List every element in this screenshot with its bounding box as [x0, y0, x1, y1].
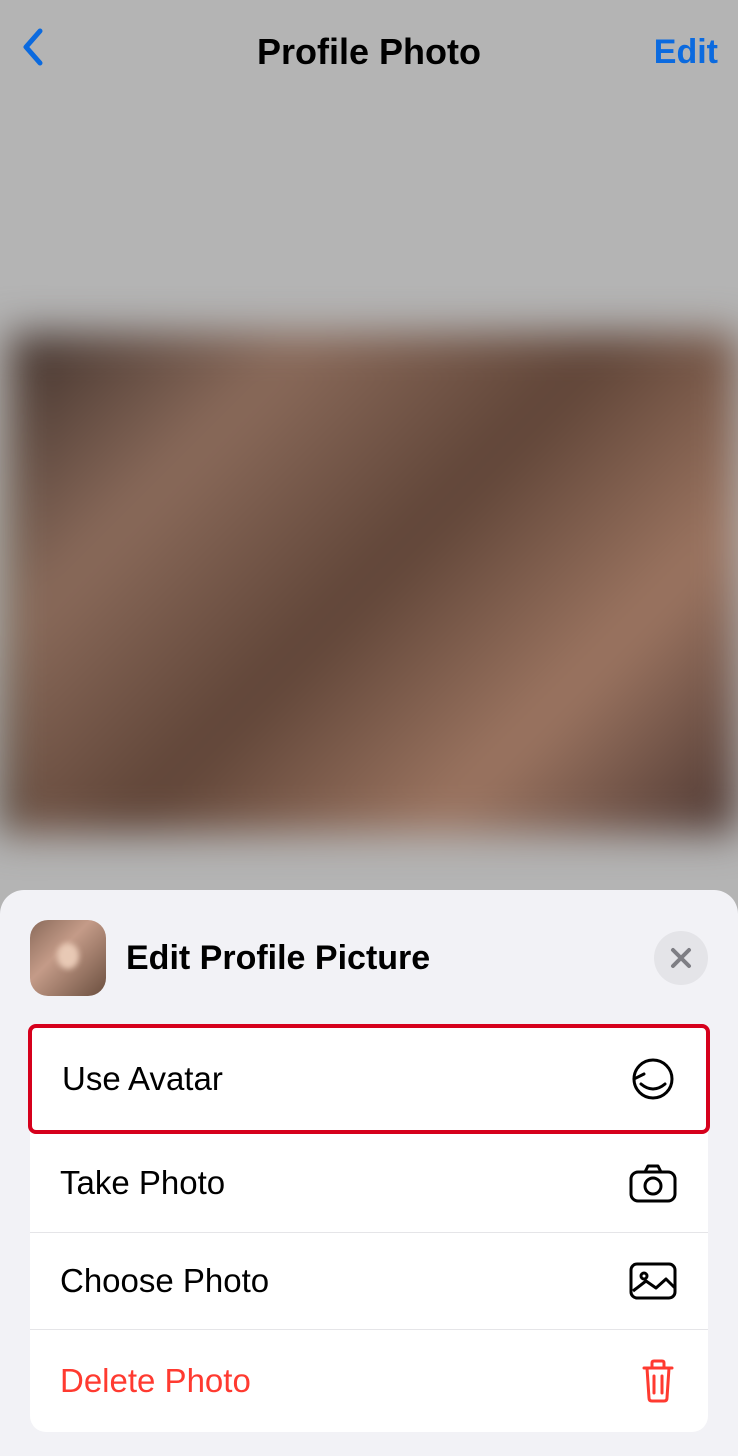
use-avatar-option[interactable]: Use Avatar [28, 1024, 710, 1134]
close-button[interactable] [654, 931, 708, 985]
delete-photo-option[interactable]: Delete Photo [30, 1330, 708, 1432]
profile-photo-preview [0, 333, 738, 833]
options-list: Use Avatar Take Photo Choose Photo [30, 1024, 708, 1432]
page-title: Profile Photo [257, 31, 481, 73]
action-sheet: Edit Profile Picture Use Avatar Take Pho… [0, 890, 738, 1456]
option-label: Use Avatar [62, 1060, 223, 1098]
header: Profile Photo Edit [0, 0, 738, 104]
camera-icon [628, 1162, 678, 1204]
back-button[interactable] [20, 27, 44, 77]
option-label: Delete Photo [60, 1362, 251, 1400]
option-label: Choose Photo [60, 1262, 269, 1300]
avatar-thumbnail [30, 920, 106, 996]
take-photo-option[interactable]: Take Photo [30, 1134, 708, 1233]
edit-button[interactable]: Edit [654, 33, 718, 72]
option-label: Take Photo [60, 1164, 225, 1202]
gallery-icon [628, 1261, 678, 1301]
trash-icon [638, 1358, 678, 1404]
choose-photo-option[interactable]: Choose Photo [30, 1233, 708, 1330]
avatar-icon [630, 1056, 676, 1102]
sheet-title: Edit Profile Picture [126, 939, 430, 978]
sheet-header: Edit Profile Picture [30, 920, 708, 996]
